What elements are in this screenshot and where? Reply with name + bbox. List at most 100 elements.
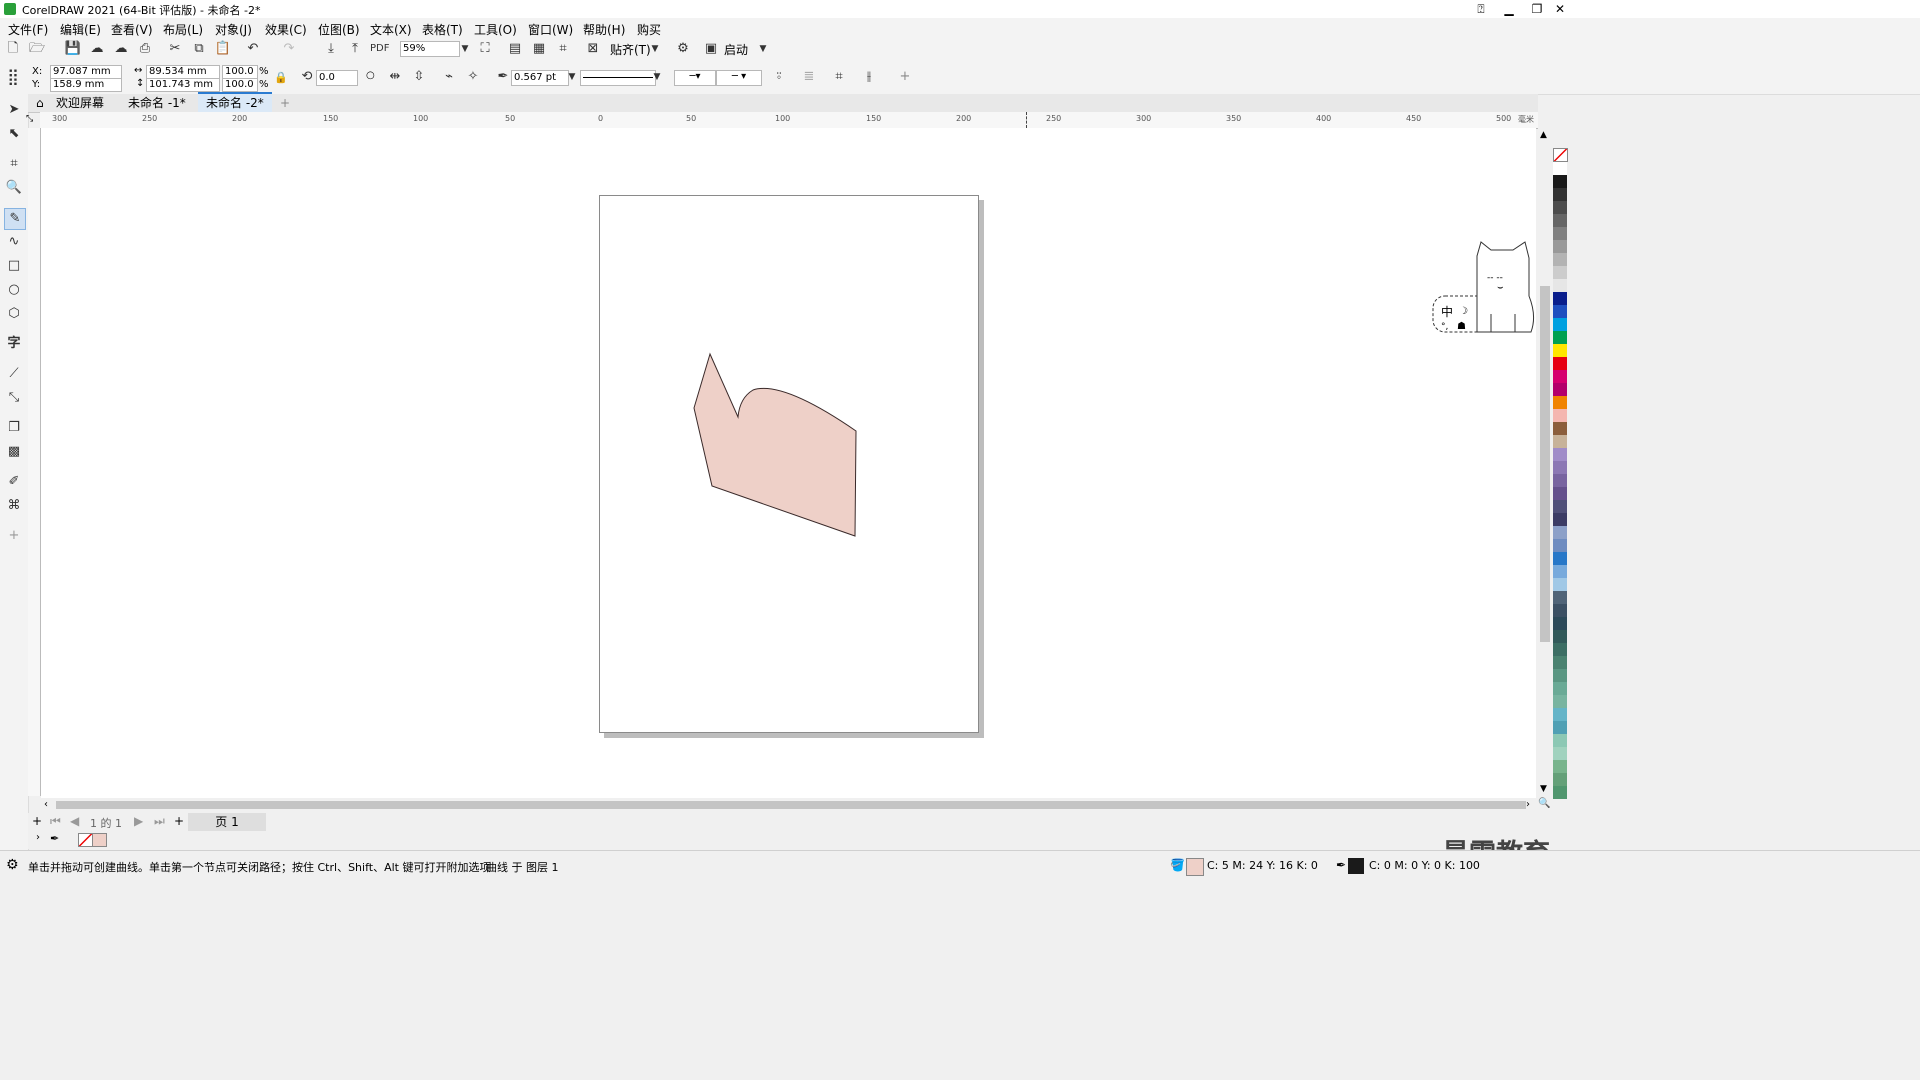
- cloud-download-icon[interactable]: ☁: [88, 40, 106, 58]
- fill-color-swatch[interactable]: [1186, 858, 1204, 876]
- outline-pen-status-icon[interactable]: ✒: [1336, 858, 1346, 872]
- show-grid-icon[interactable]: ▦: [530, 40, 548, 58]
- end-arrow-select[interactable]: ─ ▾: [716, 70, 762, 86]
- copy-icon[interactable]: ⧉: [190, 40, 208, 58]
- mirror-vertical-icon[interactable]: ⇳: [410, 68, 428, 86]
- scroll-up-icon[interactable]: ▲: [1540, 130, 1547, 140]
- menu-help[interactable]: 帮助(H): [583, 21, 625, 38]
- paste-icon[interactable]: 📋: [214, 40, 232, 58]
- status-settings-icon[interactable]: ⚙: [6, 857, 19, 873]
- line-style-select[interactable]: [580, 70, 656, 86]
- palette-color-swatch[interactable]: [1553, 578, 1567, 591]
- palette-color-swatch[interactable]: [1553, 526, 1567, 539]
- no-color-swatch[interactable]: [78, 833, 93, 847]
- pink-curve-shape[interactable]: [693, 352, 857, 537]
- palette-color-swatch[interactable]: [1553, 331, 1567, 344]
- launcher-icon[interactable]: ▣: [702, 40, 720, 58]
- add-icon[interactable]: +: [896, 68, 914, 86]
- palette-color-swatch[interactable]: [1553, 500, 1567, 513]
- show-rulers-icon[interactable]: ▤: [506, 40, 524, 58]
- vertical-ruler[interactable]: [28, 128, 41, 796]
- outline-width-input[interactable]: 0.567 pt: [511, 70, 569, 86]
- palette-color-swatch[interactable]: [1553, 305, 1567, 318]
- cloud-upload-icon[interactable]: ☁: [112, 40, 130, 58]
- help-icon[interactable]: ⍰: [1466, 0, 1496, 18]
- horizontal-scrollbar[interactable]: ‹ › 🔍: [40, 798, 1550, 812]
- palette-color-swatch[interactable]: [1553, 370, 1567, 383]
- node-editing-icon[interactable]: ✧: [464, 68, 482, 86]
- launch-dropdown-icon[interactable]: ▼: [754, 40, 772, 58]
- horizontal-scroll-thumb[interactable]: [56, 801, 1526, 809]
- parallel-dimension-icon[interactable]: ⟋: [4, 364, 24, 384]
- full-screen-icon[interactable]: ⛶: [476, 40, 494, 58]
- fill-bucket-icon[interactable]: 🪣: [1170, 858, 1185, 872]
- new-tab-icon[interactable]: +: [272, 94, 298, 112]
- show-guidelines-icon[interactable]: ⌗: [554, 40, 572, 58]
- transparency-icon[interactable]: ▩: [4, 442, 24, 462]
- palette-color-swatch[interactable]: [1553, 344, 1567, 357]
- palette-color-swatch[interactable]: [1553, 565, 1567, 578]
- width-input[interactable]: 89.534 mm: [146, 65, 220, 79]
- palette-color-swatch[interactable]: [1553, 591, 1567, 604]
- vertical-scrollbar[interactable]: ▲ ▼: [1538, 128, 1552, 798]
- drop-shadow-icon[interactable]: ❐: [4, 418, 24, 438]
- palette-color-swatch[interactable]: [1553, 409, 1567, 422]
- scroll-left-icon[interactable]: ‹: [44, 799, 48, 810]
- palette-color-swatch[interactable]: [1553, 773, 1567, 786]
- palette-color-swatch[interactable]: [1553, 656, 1567, 669]
- snap-to-button[interactable]: 贴齐(T): [610, 41, 651, 58]
- new-document-icon[interactable]: 🗋: [4, 40, 22, 58]
- pdf-icon[interactable]: PDF: [370, 40, 389, 58]
- zoom-level-input[interactable]: 59%: [400, 41, 460, 57]
- palette-color-swatch[interactable]: [1553, 721, 1567, 734]
- ruler-origin-icon[interactable]: ⤡: [26, 114, 33, 124]
- document-color-swatch[interactable]: [92, 833, 107, 847]
- outline-width-dropdown-icon[interactable]: ▼: [563, 68, 581, 86]
- text-tool-icon[interactable]: 字: [4, 334, 24, 354]
- tab-untitled-2[interactable]: 未命名 -2*: [198, 92, 272, 112]
- zoom-small-icon[interactable]: 🔍: [1538, 798, 1550, 809]
- palette-color-swatch[interactable]: [1553, 448, 1567, 461]
- palette-color-swatch[interactable]: [1553, 513, 1567, 526]
- palette-color-swatch[interactable]: [1553, 292, 1567, 305]
- tab-untitled-1[interactable]: 未命名 -1*: [120, 94, 194, 112]
- palette-color-swatch[interactable]: [1553, 682, 1567, 695]
- palette-color-swatch[interactable]: [1553, 487, 1567, 500]
- menu-file[interactable]: 文件(F): [8, 21, 48, 38]
- palette-color-swatch[interactable]: [1553, 461, 1567, 474]
- polygon-tool-icon[interactable]: ⬡: [4, 304, 24, 324]
- import-icon[interactable]: ⤓: [322, 40, 340, 58]
- mirror-horizontal-icon[interactable]: ⇹: [386, 68, 404, 86]
- redo-icon[interactable]: ↷: [280, 40, 298, 58]
- drawing-canvas[interactable]: 中 ☽ °, ☗ -- -- ⌣: [41, 128, 1536, 798]
- horizontal-ruler[interactable]: ⤡ 300 250 200 150 100 50 0 50 100 150 20…: [26, 112, 1538, 129]
- options-gear-icon[interactable]: ⚙: [674, 40, 692, 58]
- menu-effects[interactable]: 效果(C): [265, 21, 307, 38]
- undo-icon[interactable]: ↶: [244, 40, 262, 58]
- palette-color-swatch[interactable]: [1553, 383, 1567, 396]
- palette-color-swatch[interactable]: [1553, 266, 1567, 279]
- palette-color-swatch[interactable]: [1553, 695, 1567, 708]
- x-position-input[interactable]: 97.087 mm: [50, 65, 122, 79]
- menu-buy[interactable]: 购买: [637, 21, 661, 38]
- line-style-dropdown-icon[interactable]: ▼: [648, 68, 666, 86]
- menu-view[interactable]: 查看(V): [111, 21, 153, 38]
- palette-color-swatch[interactable]: [1553, 643, 1567, 656]
- palette-color-swatch[interactable]: [1553, 318, 1567, 331]
- menu-bitmaps[interactable]: 位图(B): [318, 21, 360, 38]
- palette-color-swatch[interactable]: [1553, 162, 1567, 175]
- print-icon[interactable]: ⎙: [136, 40, 154, 58]
- add-page-after-icon[interactable]: +: [174, 814, 184, 828]
- palette-color-swatch[interactable]: [1553, 747, 1567, 760]
- eyedropper-icon[interactable]: ✐: [4, 472, 24, 492]
- last-page-icon[interactable]: ⏭: [154, 814, 165, 829]
- scroll-right-icon[interactable]: ›: [1526, 799, 1530, 810]
- palette-color-swatch[interactable]: [1553, 357, 1567, 370]
- scale-y-input[interactable]: 100.0: [222, 78, 258, 92]
- pick-tool-icon[interactable]: ➤: [4, 100, 24, 120]
- trim-icon[interactable]: ⫲: [860, 68, 878, 86]
- palette-color-swatch[interactable]: [1553, 474, 1567, 487]
- artistic-media-icon[interactable]: ∿: [4, 232, 24, 252]
- wrap-text-icon[interactable]: ≣: [800, 68, 818, 86]
- close-button[interactable]: ✕: [1545, 0, 1575, 18]
